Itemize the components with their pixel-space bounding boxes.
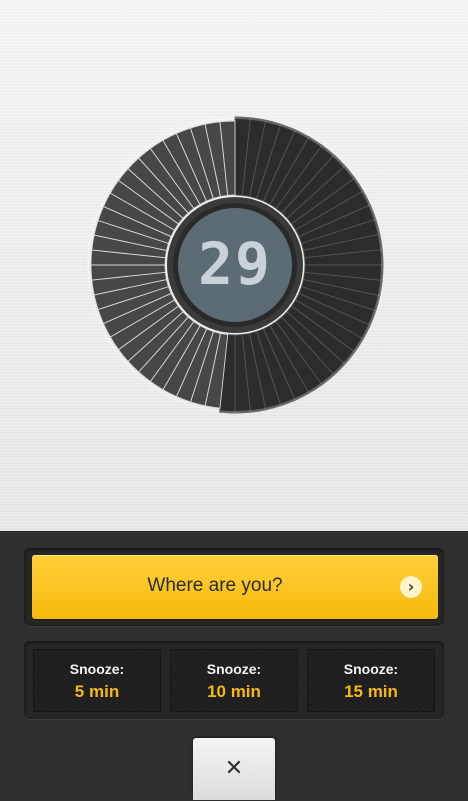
countdown-dial: 29 [82,112,388,418]
close-icon: ✕ [224,756,244,781]
snooze-value: 10 min [207,682,261,701]
timer-area: 29 [0,0,468,531]
snooze-title: Snooze: [343,661,399,677]
snooze-title: Snooze: [206,661,262,677]
snooze-10-button[interactable]: Snooze: 10 min [170,649,298,712]
countdown-digits: 29 [198,230,272,298]
chevron-right-icon: › [400,576,422,598]
snooze-value: 15 min [344,682,398,701]
where-are-you-label: Where are you? [147,575,283,596]
where-are-you-button[interactable]: Where are you? › [32,555,438,619]
snooze-5-button[interactable]: Snooze: 5 min [33,649,161,712]
dial-graphic: 29 [87,116,384,414]
snooze-15-button[interactable]: Snooze: 15 min [307,649,435,712]
dismiss-button[interactable]: ✕ [193,738,275,800]
snooze-title: Snooze: [69,661,125,677]
snooze-value: 5 min [74,682,120,701]
